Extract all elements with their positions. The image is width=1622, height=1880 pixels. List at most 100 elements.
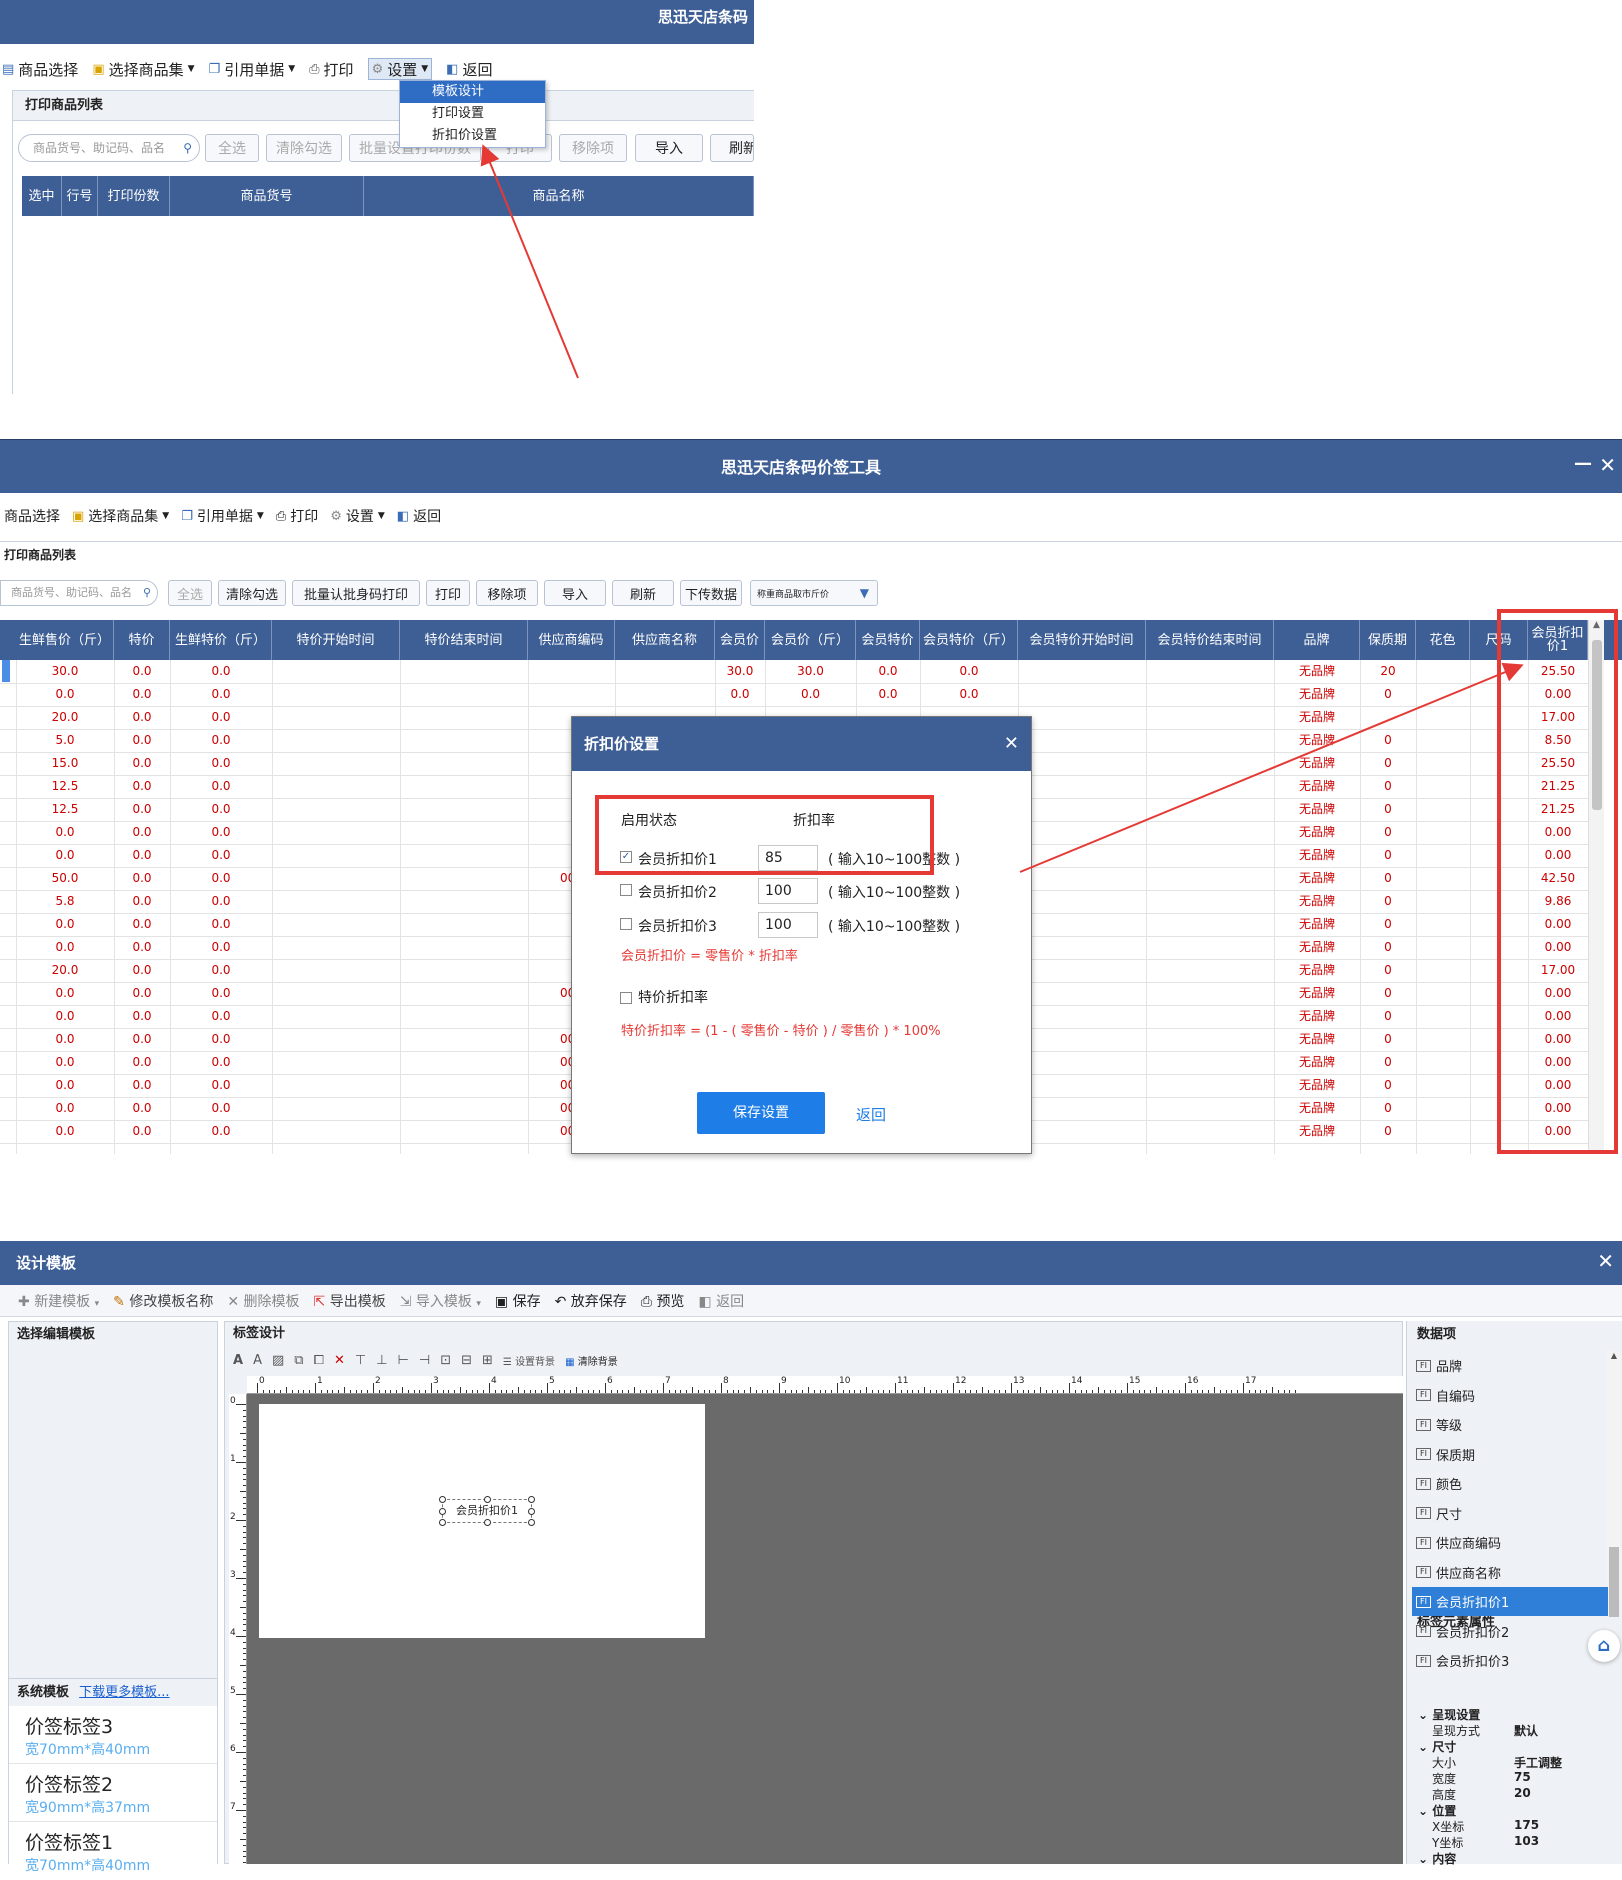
resize-handle[interactable]: [528, 1496, 535, 1503]
s2-import-button[interactable]: 导入: [544, 580, 606, 606]
prop-display-mode-value[interactable]: 默认: [1514, 1722, 1538, 1739]
same-height-icon[interactable]: ⊟: [461, 1353, 472, 1368]
s2-col-header[interactable]: 保质期: [1360, 620, 1416, 660]
chevron-down-icon[interactable]: ⌄: [1418, 1708, 1432, 1722]
resize-handle[interactable]: [439, 1508, 446, 1515]
s1-remove-button[interactable]: 移除项: [559, 134, 627, 162]
align-middle-icon[interactable]: ⊥: [376, 1353, 387, 1368]
same-size-icon[interactable]: ⊞: [482, 1353, 493, 1368]
align-left-icon[interactable]: ⊢: [398, 1353, 409, 1368]
rename-template-button[interactable]: ✎ 修改模板名称: [113, 1291, 213, 1311]
s1-reference-doc-button[interactable]: ❐ 引用单据 ▼: [209, 58, 296, 80]
copy-icon[interactable]: ⧉: [294, 1353, 303, 1368]
menu-item-template-design[interactable]: 模板设计: [400, 81, 545, 103]
data-item[interactable]: FI 供应商编码: [1412, 1528, 1608, 1557]
delete-template-button[interactable]: ✕ 删除模板: [227, 1291, 299, 1311]
font-color-icon[interactable]: A: [253, 1353, 262, 1368]
s1-settings-button[interactable]: ⚙ 设置 ▼: [367, 58, 433, 80]
s2-col-header[interactable]: 特价: [114, 620, 170, 660]
menu-item-discount-settings[interactable]: 折扣价设置: [400, 125, 545, 147]
s2-col-header[interactable]: 特价结束时间: [400, 620, 528, 660]
s2-product-select-button[interactable]: 商品选择: [4, 505, 60, 527]
s1-clear-selection-button[interactable]: 清除勾选: [266, 134, 342, 162]
align-top-icon[interactable]: ⊤: [355, 1353, 366, 1368]
s2-download-data-button[interactable]: 下传数据: [680, 580, 742, 606]
member-discount-2-input[interactable]: 100: [758, 878, 818, 904]
s1-refresh-button[interactable]: 刷新: [710, 134, 754, 162]
prop-x-value[interactable]: 175: [1514, 1818, 1539, 1832]
data-item[interactable]: FI 供应商名称: [1412, 1558, 1608, 1587]
data-item[interactable]: FI 保质期: [1412, 1440, 1608, 1469]
s2-remove-button[interactable]: 移除项: [476, 580, 538, 606]
s2-print-button[interactable]: ⎙ 打印: [276, 505, 318, 527]
s2-col-header[interactable]: 会员特价开始时间: [1018, 620, 1146, 660]
member-discount-2-checkbox[interactable]: [620, 884, 632, 896]
data-item[interactable]: FI 等级: [1412, 1410, 1608, 1439]
s1-product-set-button[interactable]: ▣ 选择商品集 ▼: [92, 58, 194, 80]
s2-col-header[interactable]: 供应商名称: [615, 620, 715, 660]
s2-search-input[interactable]: 商品货号、助记码、品名 ⚲: [0, 580, 158, 606]
prop-height-value[interactable]: 20: [1514, 1786, 1531, 1800]
s2-col-header[interactable]: 生鲜特价（斤）: [170, 620, 272, 660]
align-right-icon[interactable]: ⊣: [419, 1353, 430, 1368]
dialog-back-link[interactable]: 返回: [856, 1104, 886, 1125]
s2-weight-price-select[interactable]: 称重商品取市斤价 ▼: [750, 580, 878, 606]
same-width-icon[interactable]: ⊡: [440, 1353, 451, 1368]
set-background-button[interactable]: ☰ 设置背景: [503, 1353, 555, 1368]
s2-col-header[interactable]: 特价开始时间: [272, 620, 400, 660]
prop-width-value[interactable]: 75: [1514, 1770, 1531, 1784]
paste-icon[interactable]: ⧠: [314, 1353, 324, 1368]
download-more-link[interactable]: 下载更多模板...: [79, 1685, 169, 1700]
s1-print-button[interactable]: ⎙ 打印: [309, 58, 353, 80]
data-item[interactable]: FI 自编码: [1412, 1381, 1608, 1410]
s1-back-button[interactable]: ◧ 返回: [446, 58, 492, 80]
menu-item-print-settings[interactable]: 打印设置: [400, 103, 545, 125]
s2-product-set-button[interactable]: ▣ 选择商品集 ▼: [72, 505, 169, 527]
preview-button[interactable]: ⎙ 预览: [641, 1291, 685, 1311]
data-item[interactable]: FI 品牌: [1412, 1351, 1608, 1380]
data-item[interactable]: FI 会员折扣价3: [1412, 1646, 1608, 1675]
resize-handle[interactable]: [528, 1508, 535, 1515]
s2-col-header[interactable]: 生鲜售价（斤）: [16, 620, 114, 660]
prop-y-value[interactable]: 103: [1514, 1834, 1539, 1848]
resize-handle[interactable]: [439, 1496, 446, 1503]
s2-select-all-button[interactable]: 全选: [168, 580, 212, 606]
save-button[interactable]: ▣ 保存: [495, 1291, 541, 1311]
s2-col-header[interactable]: 会员特价结束时间: [1146, 620, 1274, 660]
label-element-member-discount-1[interactable]: 会员折扣价1: [439, 1496, 535, 1526]
scroll-up-icon[interactable]: ▲: [1607, 1351, 1621, 1360]
chevron-down-icon[interactable]: ⌄: [1418, 1804, 1432, 1818]
s1-select-all-button[interactable]: 全选: [205, 134, 259, 162]
resize-handle[interactable]: [484, 1519, 491, 1526]
member-discount-3-checkbox[interactable]: [620, 918, 632, 930]
resize-handle[interactable]: [484, 1496, 491, 1503]
s2-col-header[interactable]: 供应商编码: [528, 620, 615, 660]
data-item[interactable]: FI 会员折扣价2: [1412, 1617, 1608, 1646]
resize-handle[interactable]: [439, 1519, 446, 1526]
s2-batch-button[interactable]: 批量认批身码打印: [292, 580, 420, 606]
data-item[interactable]: FI 会员折扣价1: [1412, 1587, 1608, 1616]
clear-background-button[interactable]: ▦ 清除背景: [565, 1353, 618, 1368]
s3-close-icon[interactable]: ✕: [1597, 1249, 1614, 1273]
s2-col-header[interactable]: 会员价（斤）: [765, 620, 856, 660]
image-icon[interactable]: ▨: [272, 1353, 284, 1368]
close-icon[interactable]: ✕: [1599, 453, 1616, 477]
member-discount-3-input[interactable]: 100: [758, 912, 818, 938]
s1-product-select-button[interactable]: ▤ 商品选择: [2, 58, 78, 80]
s2-col-header[interactable]: 会员特价（斤）: [920, 620, 1018, 660]
s2-clear-selection-button[interactable]: 清除勾选: [218, 580, 286, 606]
s2-print-small-button[interactable]: 打印: [426, 580, 470, 606]
assistant-icon[interactable]: ⌂: [1588, 1630, 1620, 1662]
template-item[interactable]: 价签标签2 宽90mm*高37mm: [9, 1764, 217, 1822]
label-canvas[interactable]: 会员折扣价1: [259, 1404, 705, 1638]
data-item[interactable]: FI 颜色: [1412, 1469, 1608, 1498]
font-icon[interactable]: A: [233, 1353, 243, 1368]
minimize-icon[interactable]: —: [1574, 453, 1592, 474]
data-items-scrollbar[interactable]: ▲: [1607, 1351, 1621, 1617]
chevron-down-icon[interactable]: ⌄: [1418, 1740, 1432, 1754]
special-rate-checkbox[interactable]: [620, 992, 632, 1004]
s2-reference-doc-button[interactable]: ❐ 引用单据 ▼: [181, 505, 264, 527]
s1-search-input[interactable]: 商品货号、助记码、品名 ⚲: [18, 134, 200, 162]
s2-settings-button[interactable]: ⚙ 设置 ▼: [330, 505, 385, 527]
scrollbar-thumb[interactable]: [1609, 1547, 1619, 1617]
